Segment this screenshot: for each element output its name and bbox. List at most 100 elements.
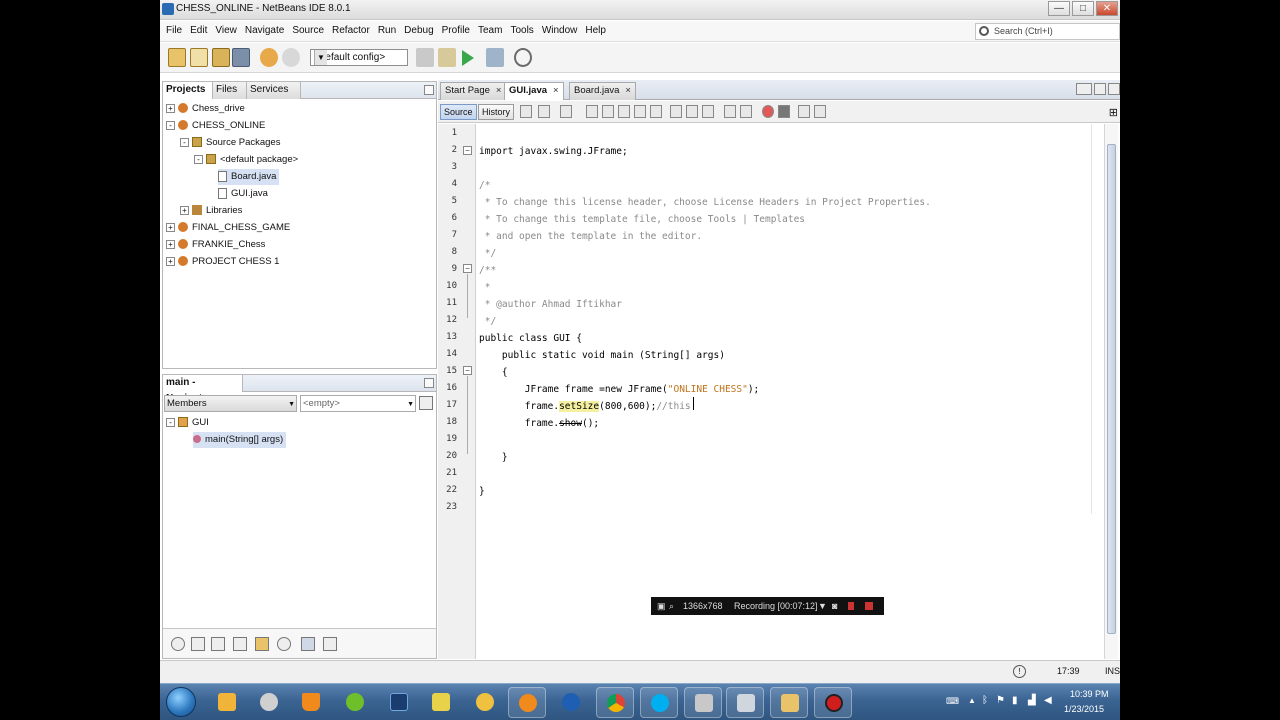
notifications-icon[interactable]: ! — [1013, 665, 1026, 678]
network-icon[interactable]: ▟ — [1028, 695, 1036, 706]
expand-icon[interactable]: + — [166, 239, 175, 249]
start-macro-icon[interactable] — [762, 105, 774, 118]
tree-item-libraries[interactable]: + Libraries — [180, 203, 242, 219]
javadoc-icon[interactable] — [323, 637, 337, 651]
battery-icon[interactable]: ▮ — [1012, 695, 1018, 706]
shift-right-icon[interactable] — [740, 105, 752, 118]
taskbar-recorder[interactable] — [814, 687, 852, 718]
menu-navigate[interactable]: Navigate — [241, 25, 288, 36]
previous-bookmark-icon[interactable] — [670, 105, 682, 118]
editor-vertical-scrollbar[interactable] — [1104, 124, 1118, 659]
close-tab-icon[interactable]: × — [625, 85, 631, 96]
menu-help[interactable]: Help — [581, 25, 610, 36]
taskbar-app-6[interactable] — [422, 687, 460, 718]
fold-collapse-icon[interactable]: − — [463, 366, 472, 375]
tab-list-icon[interactable] — [1094, 83, 1106, 95]
taskbar-vlc[interactable] — [292, 687, 330, 718]
close-tab-icon[interactable]: × — [496, 85, 502, 96]
keyboard-icon[interactable]: ⌨ — [946, 696, 959, 707]
scroll-tabs-icon[interactable] — [1076, 83, 1092, 95]
find-next-icon[interactable] — [602, 105, 614, 118]
members-select[interactable]: Members ▼ — [164, 395, 297, 412]
toggle-bookmark-icon[interactable] — [702, 105, 714, 118]
undo-icon[interactable] — [260, 48, 278, 67]
sort-by-source-icon[interactable] — [277, 637, 291, 651]
search-input[interactable]: Search (Ctrl+I) — [975, 23, 1120, 40]
profile-icon[interactable] — [514, 48, 532, 67]
config-select[interactable]: <default config> ▼ — [310, 49, 408, 66]
taskbar-firefox[interactable] — [508, 687, 546, 718]
bluetooth-tray-icon[interactable]: ᛒ — [982, 695, 988, 706]
menu-source[interactable]: Source — [288, 25, 328, 36]
redo-icon[interactable] — [282, 48, 300, 67]
code-editor[interactable]: import javax.swing.JFrame; /* * To chang… — [477, 124, 1099, 659]
collapse-icon[interactable]: - — [166, 417, 175, 427]
minimize-button[interactable]: — — [1048, 1, 1070, 16]
taskbar-explorer[interactable] — [770, 687, 808, 718]
show-hidden-icons[interactable]: ▲ — [968, 696, 976, 705]
find-previous-icon[interactable] — [586, 105, 598, 118]
clock-date[interactable]: 1/23/2015 — [1064, 704, 1104, 714]
tab-start-page[interactable]: Start Page × — [440, 82, 507, 100]
new-project-icon[interactable] — [168, 48, 186, 67]
expand-icon[interactable]: + — [166, 103, 175, 113]
shift-left-icon[interactable] — [724, 105, 736, 118]
tab-files[interactable]: Files — [213, 82, 247, 99]
build-icon[interactable] — [416, 48, 434, 67]
open-project-icon[interactable] — [212, 48, 230, 67]
maximize-editor-icon[interactable] — [1108, 83, 1120, 95]
menu-debug[interactable]: Debug — [400, 25, 437, 36]
menu-refactor[interactable]: Refactor — [328, 25, 374, 36]
menu-edit[interactable]: Edit — [186, 25, 211, 36]
close-button[interactable]: ✕ — [1096, 1, 1118, 16]
taskbar-photoshop[interactable] — [380, 687, 418, 718]
maximize-button[interactable]: □ — [1072, 1, 1094, 16]
menu-file[interactable]: File — [162, 25, 186, 36]
close-tab-icon[interactable]: × — [553, 85, 559, 96]
tab-projects[interactable]: Projects — [163, 82, 213, 99]
minimize-panel-icon[interactable] — [424, 85, 434, 95]
sort-by-name-icon[interactable] — [255, 637, 269, 651]
chevron-down-icon[interactable]: ▼ — [818, 597, 827, 615]
forward-icon[interactable] — [560, 105, 572, 118]
tree-item-gui-java[interactable]: GUI.java — [218, 186, 268, 202]
tree-item-source-packages[interactable]: - Source Packages — [180, 135, 280, 151]
tree-item-final-chess-game[interactable]: + FINAL_CHESS_GAME — [166, 220, 290, 236]
last-edit-icon[interactable] — [520, 105, 532, 118]
tree-item-chess-drive[interactable]: + Chess_drive — [166, 101, 245, 117]
screen-icon[interactable]: ▣ — [657, 597, 666, 615]
taskbar-app-7[interactable] — [466, 687, 504, 718]
uncomment-icon[interactable] — [814, 105, 826, 118]
menu-window[interactable]: Window — [538, 25, 582, 36]
zoom-icon[interactable]: ⌕ — [669, 597, 674, 615]
tab-board-java[interactable]: Board.java × — [569, 82, 636, 100]
taskbar-app-12[interactable] — [684, 687, 722, 718]
fqn-icon[interactable] — [301, 637, 315, 651]
tree-item-chess-online[interactable]: - CHESS_ONLINE — [166, 118, 265, 134]
find-selection-icon[interactable] — [618, 105, 630, 118]
taskbar-app-2[interactable] — [250, 687, 288, 718]
start-button[interactable] — [166, 687, 196, 717]
comment-icon[interactable] — [798, 105, 810, 118]
toggle-highlight-icon[interactable] — [634, 105, 646, 118]
stop-icon[interactable] — [865, 602, 873, 610]
tree-item-project-chess-1[interactable]: + PROJECT CHESS 1 — [166, 254, 279, 270]
save-all-icon[interactable] — [232, 48, 250, 67]
expand-icon[interactable]: + — [166, 256, 175, 266]
navigator-item-main[interactable]: main(String[] args) — [193, 432, 287, 448]
taskbar-netbeans[interactable] — [726, 687, 764, 718]
history-view-button[interactable]: History — [478, 104, 515, 120]
collapse-icon[interactable]: - — [194, 154, 203, 164]
menu-team[interactable]: Team — [474, 25, 506, 36]
taskbar-app-1[interactable] — [208, 687, 246, 718]
back-icon[interactable] — [538, 105, 550, 118]
expand-icon[interactable]: + — [166, 222, 175, 232]
tree-item-board-java[interactable]: Board.java — [218, 169, 280, 185]
navigator-item-gui[interactable]: - GUI — [166, 415, 209, 431]
filter-fields-icon[interactable] — [171, 637, 185, 651]
minimize-panel-icon[interactable] — [424, 378, 434, 388]
volume-icon[interactable]: ◀ — [1044, 695, 1052, 706]
stop-macro-icon[interactable] — [778, 105, 790, 118]
expand-icon[interactable]: + — [180, 205, 189, 215]
tab-services[interactable]: Services — [247, 82, 301, 99]
